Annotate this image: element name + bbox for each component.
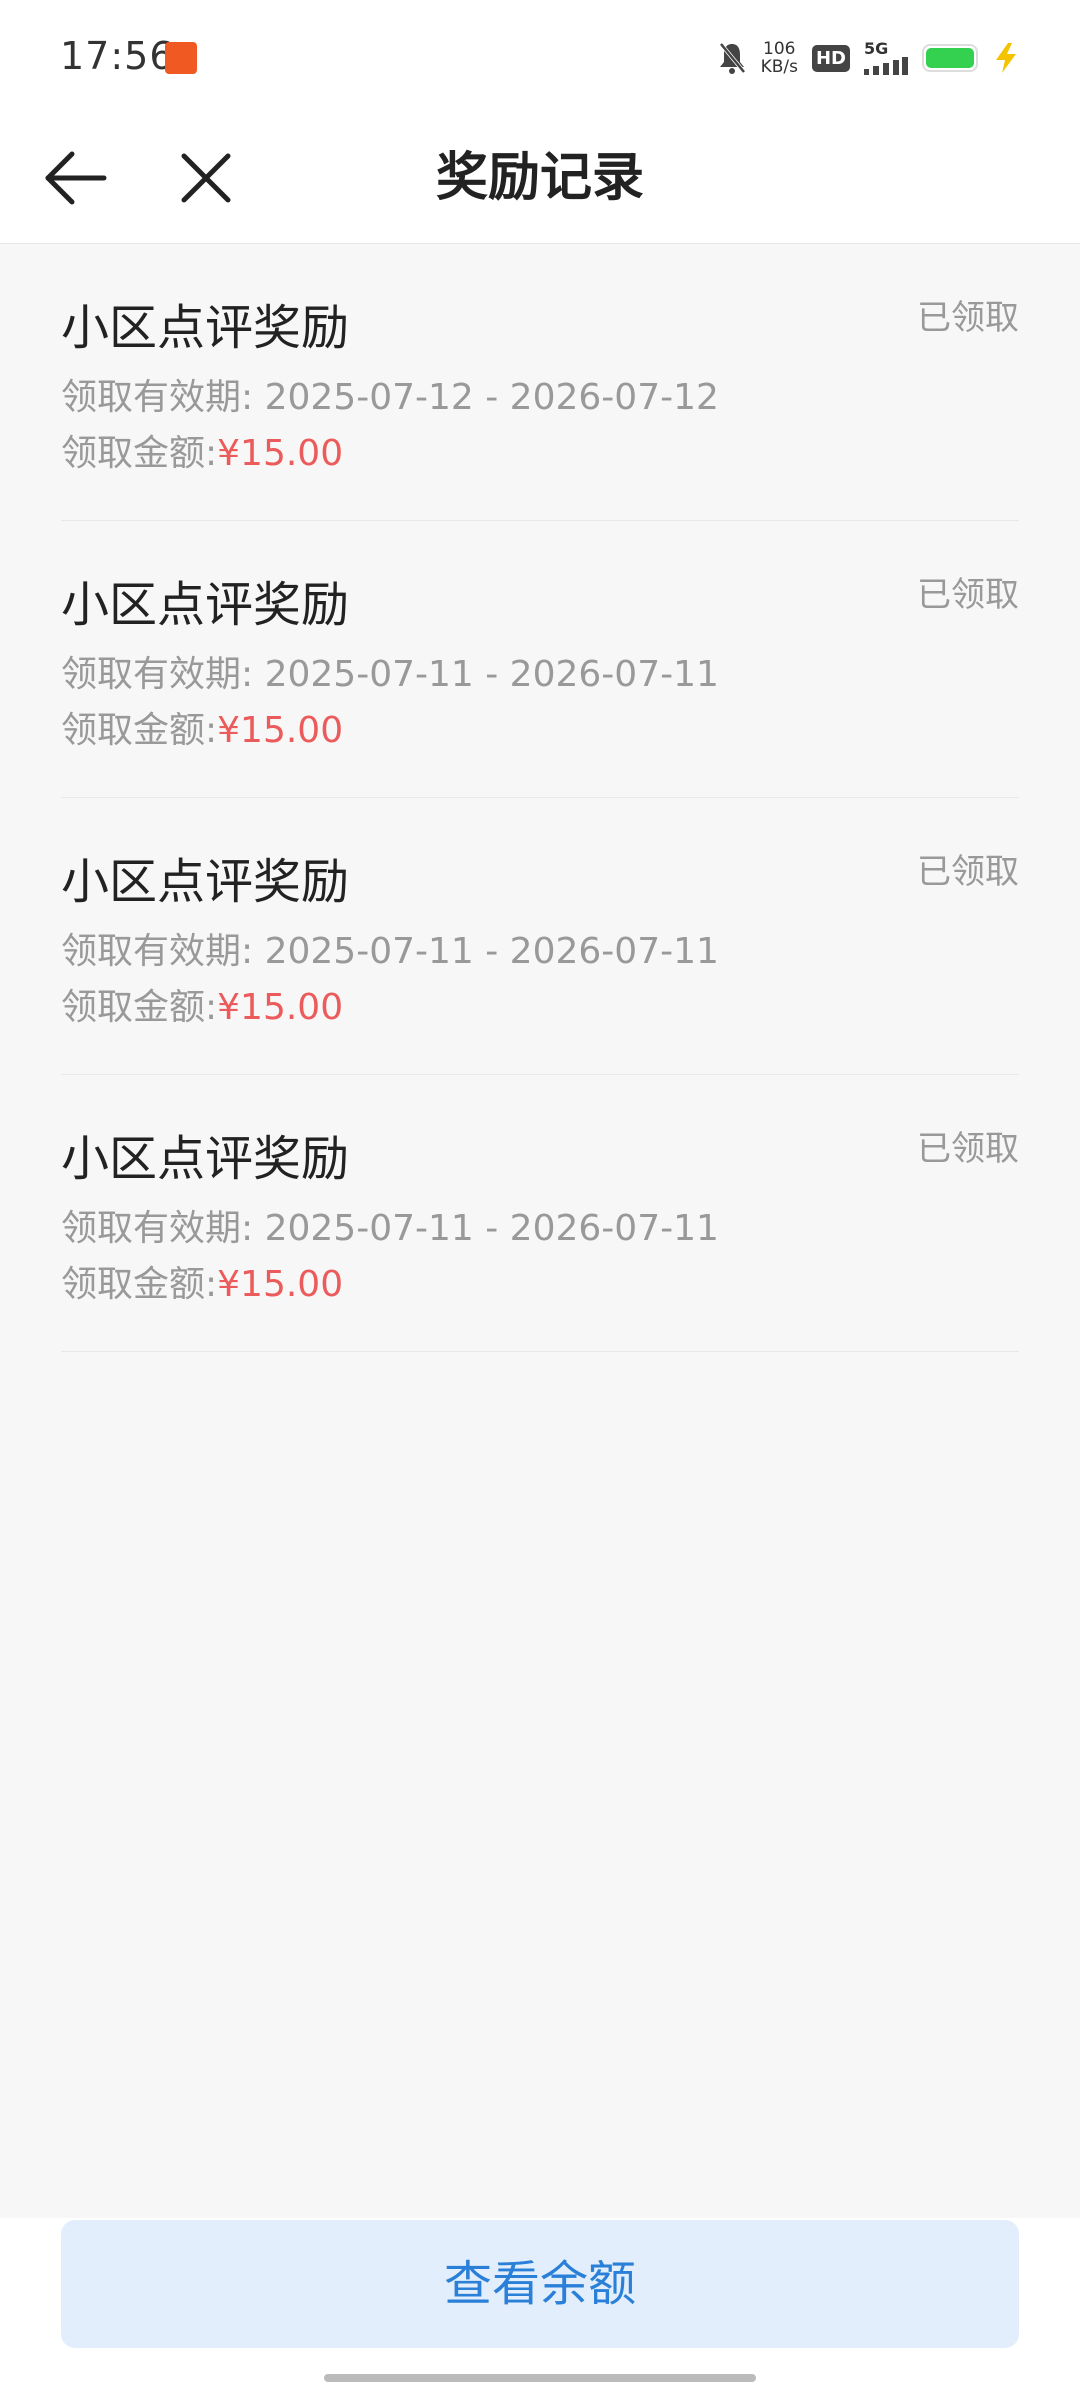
page-title: 奖励记录 bbox=[435, 148, 644, 208]
amount-label: 领取金额: bbox=[61, 1264, 218, 1305]
amount-label: 领取金额: bbox=[61, 433, 218, 474]
status-icons: 106 KB/s HD 5G bbox=[703, 36, 1020, 80]
signal-icon: 5G bbox=[864, 41, 908, 75]
view-balance-button[interactable]: 查看余额 bbox=[61, 2220, 1019, 2348]
record-validity: 领取有效期: 2025-07-11 - 2026-07-11 bbox=[61, 1199, 719, 1251]
reward-record-item[interactable]: 小区点评奖励 已领取 领取有效期: 2025-07-11 - 2026-07-1… bbox=[61, 1075, 1019, 1352]
amount-label: 领取金额: bbox=[61, 710, 218, 751]
nav-bar: 奖励记录 bbox=[0, 118, 1080, 244]
record-title: 小区点评奖励 bbox=[61, 854, 350, 910]
hd-icon: HD bbox=[811, 44, 850, 72]
status-time: 17:56 bbox=[60, 34, 175, 78]
validity-label: 领取有效期: bbox=[61, 654, 254, 695]
status-bar: 17:56 106 KB/s HD 5G bbox=[0, 0, 1080, 118]
reward-record-item[interactable]: 小区点评奖励 已领取 领取有效期: 2025-07-11 - 2026-07-1… bbox=[61, 521, 1019, 798]
validity-value: 2025-07-11 - 2026-07-11 bbox=[264, 654, 719, 695]
amount-label: 领取金额: bbox=[61, 987, 218, 1028]
record-title: 小区点评奖励 bbox=[61, 300, 350, 356]
validity-value: 2025-07-12 - 2026-07-12 bbox=[264, 377, 719, 418]
record-validity: 领取有效期: 2025-07-11 - 2026-07-11 bbox=[61, 922, 719, 974]
amount-value: ¥15.00 bbox=[217, 1264, 344, 1305]
validity-value: 2025-07-11 - 2026-07-11 bbox=[264, 931, 719, 972]
mute-bell-icon bbox=[719, 42, 746, 74]
record-amount: 领取金额:¥15.00 bbox=[61, 1255, 343, 1307]
record-amount: 领取金额:¥15.00 bbox=[61, 701, 343, 753]
record-title: 小区点评奖励 bbox=[61, 1131, 350, 1187]
record-status: 已领取 bbox=[917, 852, 1019, 892]
home-indicator[interactable] bbox=[324, 2374, 756, 2382]
network-speed: 106 KB/s bbox=[760, 39, 798, 77]
battery-icon bbox=[922, 44, 978, 72]
validity-label: 领取有效期: bbox=[61, 931, 254, 972]
validity-value: 2025-07-11 - 2026-07-11 bbox=[264, 1208, 719, 1249]
reward-record-item[interactable]: 小区点评奖励 已领取 领取有效期: 2025-07-12 - 2026-07-1… bbox=[61, 244, 1019, 521]
record-status: 已领取 bbox=[917, 1129, 1019, 1169]
app-notification-icon bbox=[165, 42, 197, 74]
record-status: 已领取 bbox=[917, 575, 1019, 615]
reward-record-list: 小区点评奖励 已领取 领取有效期: 2025-07-12 - 2026-07-1… bbox=[0, 244, 1080, 1352]
record-amount: 领取金额:¥15.00 bbox=[61, 978, 343, 1030]
record-title: 小区点评奖励 bbox=[61, 577, 350, 633]
record-amount: 领取金额:¥15.00 bbox=[61, 424, 343, 476]
charging-icon bbox=[996, 43, 1016, 73]
record-validity: 领取有效期: 2025-07-11 - 2026-07-11 bbox=[61, 645, 719, 697]
amount-value: ¥15.00 bbox=[217, 987, 344, 1028]
amount-value: ¥15.00 bbox=[217, 710, 344, 751]
validity-label: 领取有效期: bbox=[61, 377, 254, 418]
reward-record-item[interactable]: 小区点评奖励 已领取 领取有效期: 2025-07-11 - 2026-07-1… bbox=[61, 798, 1019, 1075]
record-validity: 领取有效期: 2025-07-12 - 2026-07-12 bbox=[61, 368, 719, 420]
amount-value: ¥15.00 bbox=[217, 433, 344, 474]
validity-label: 领取有效期: bbox=[61, 1208, 254, 1249]
record-status: 已领取 bbox=[917, 298, 1019, 338]
